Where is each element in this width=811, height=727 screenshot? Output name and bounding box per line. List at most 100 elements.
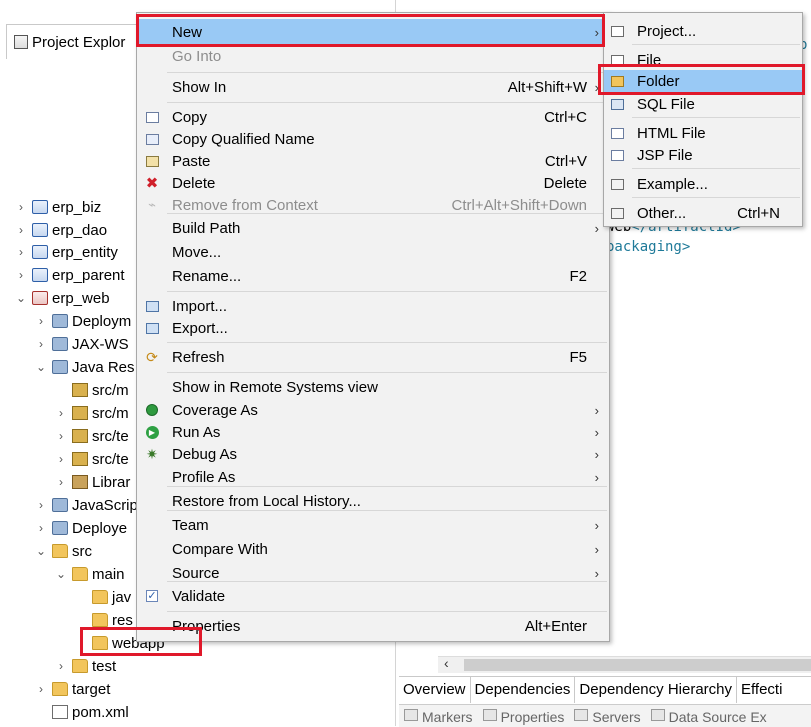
expand-arrow-icon[interactable]: › (14, 268, 28, 282)
collapse-arrow-icon[interactable]: ⌄ (34, 544, 48, 558)
deployment-descriptor-icon (52, 314, 68, 328)
tab-overview[interactable]: Overview (399, 677, 471, 703)
menu-separator (167, 581, 607, 582)
menu-item-show-in[interactable]: Show In Alt+Shift+W › (137, 76, 609, 98)
tree-item[interactable]: pom.xml (34, 701, 129, 723)
new-sql-file[interactable]: SQL File (604, 93, 802, 115)
submenu-arrow-icon: › (594, 25, 599, 40)
tree-item[interactable]: jav (74, 586, 131, 608)
menu-item-rename[interactable]: Rename... F2 (137, 265, 609, 287)
submenu-arrow-icon: › (594, 79, 599, 95)
expand-arrow-icon[interactable]: › (54, 475, 68, 489)
validate-check-icon: ✓ (146, 590, 158, 602)
tree-item[interactable]: › test (54, 655, 116, 677)
tab-markers[interactable]: Markers (399, 705, 478, 727)
tab-dependency-hierarchy[interactable]: Dependency Hierarchy (575, 677, 737, 703)
tree-item[interactable]: › Deploym (34, 310, 131, 332)
menu-item-delete[interactable]: ✖ Delete Delete (137, 172, 609, 194)
new-html-file[interactable]: HTML File (604, 122, 802, 144)
tree-item[interactable]: › erp_parent (14, 264, 125, 286)
new-jsp-file[interactable]: JSP File (604, 144, 802, 166)
tab-properties[interactable]: Properties (478, 705, 570, 727)
tree-item[interactable]: › erp_dao (14, 219, 107, 241)
expand-arrow-icon[interactable]: › (34, 337, 48, 351)
scrollbar-thumb[interactable] (464, 659, 811, 671)
menu-item-build-path[interactable]: Build Path › (137, 217, 609, 239)
menu-item-coverage-as[interactable]: Coverage As › (137, 399, 609, 421)
tree-item[interactable]: › src/m (54, 402, 129, 424)
expand-arrow-icon[interactable]: › (54, 659, 68, 673)
menu-item-label: Refresh (172, 348, 225, 366)
tree-item[interactable]: ⌄ src (34, 540, 92, 562)
maven-project-icon (32, 223, 48, 237)
menu-separator (167, 486, 607, 487)
bottom-views-tabs: Markers Properties Servers Data Source E… (399, 704, 811, 727)
tree-item[interactable]: › Deploye (34, 517, 127, 539)
expand-arrow-icon[interactable]: › (54, 452, 68, 466)
tree-item[interactable]: ⌄ Java Res (34, 356, 135, 378)
menu-item-shortcut: Ctrl+C (544, 108, 587, 126)
new-file[interactable]: File (604, 49, 802, 71)
example-icon (610, 177, 624, 191)
menu-item-copy-qualified-name[interactable]: Copy Qualified Name (137, 128, 609, 150)
expand-arrow-icon[interactable]: › (14, 200, 28, 214)
expand-arrow-icon[interactable]: › (34, 498, 48, 512)
expand-arrow-icon[interactable]: › (14, 223, 28, 237)
new-folder[interactable]: Folder (604, 70, 802, 92)
menu-item-shortcut: Alt+Shift+W (507, 78, 587, 96)
new-project[interactable]: Project... (604, 20, 802, 42)
expand-arrow-icon[interactable]: › (54, 406, 68, 420)
tree-item[interactable]: ⌄ main (54, 563, 125, 585)
menu-item-team[interactable]: Team › (137, 514, 609, 536)
scroll-left-arrow-icon[interactable]: ‹ (444, 655, 449, 671)
tab-data-source-explorer[interactable]: Data Source Ex (646, 705, 772, 727)
tree-item[interactable]: › Librar (54, 471, 130, 493)
menu-item-label: Rename... (172, 267, 242, 285)
expand-arrow-icon[interactable]: › (14, 245, 28, 259)
menu-item-new[interactable]: New › (137, 19, 609, 46)
tree-item[interactable]: › erp_entity (14, 241, 118, 263)
tab-effective-pom[interactable]: Effecti (737, 677, 786, 703)
menu-item-properties[interactable]: Properties Alt+Enter (137, 615, 609, 637)
tree-item[interactable]: › src/te (54, 425, 129, 447)
menu-item-profile-as[interactable]: Profile As › (137, 466, 609, 488)
menu-item-import[interactable]: Import... (137, 295, 609, 317)
menu-item-paste[interactable]: Paste Ctrl+V (137, 150, 609, 172)
tree-item-label: res (112, 611, 133, 629)
html-file-icon (610, 126, 624, 140)
expand-arrow-icon[interactable]: › (34, 314, 48, 328)
menu-item-export[interactable]: Export... (137, 317, 609, 339)
menu-item-refresh[interactable]: ⟳ Refresh F5 (137, 346, 609, 368)
menu-separator (167, 213, 607, 214)
menu-item-restore-from-local-history[interactable]: Restore from Local History... (137, 490, 609, 512)
menu-item-show-in-remote-systems-view[interactable]: Show in Remote Systems view (137, 376, 609, 398)
menu-item-copy[interactable]: Copy Ctrl+C (137, 106, 609, 128)
collapse-arrow-icon[interactable]: ⌄ (54, 567, 68, 581)
folder-icon (52, 544, 68, 558)
maven-project-icon (32, 245, 48, 259)
expand-arrow-icon[interactable]: › (34, 521, 48, 535)
expand-arrow-icon[interactable]: › (54, 429, 68, 443)
menu-item-run-as[interactable]: ▶ Run As › (137, 421, 609, 443)
tab-dependencies[interactable]: Dependencies (471, 677, 576, 703)
new-example[interactable]: Example... (604, 173, 802, 195)
collapse-arrow-icon[interactable]: ⌄ (34, 360, 48, 374)
submenu-arrow-icon: › (594, 220, 599, 236)
tree-item[interactable]: › JAX-WS (34, 333, 129, 355)
tree-item[interactable]: › JavaScrip (34, 494, 138, 516)
menu-item-validate[interactable]: ✓ Validate (137, 585, 609, 607)
tree-item[interactable]: › src/te (54, 448, 129, 470)
tree-item[interactable]: › erp_biz (14, 196, 101, 218)
tree-item[interactable]: › target (34, 678, 110, 700)
editor-horizontal-scrollbar[interactable]: ‹ (438, 655, 811, 673)
new-other[interactable]: Other... Ctrl+N (604, 202, 802, 224)
tab-servers[interactable]: Servers (569, 705, 645, 727)
tree-item[interactable]: src/m (54, 379, 129, 401)
tree-item[interactable]: ⌄ erp_web (14, 287, 110, 309)
menu-item-move[interactable]: Move... (137, 241, 609, 263)
expand-arrow-icon[interactable]: › (34, 682, 48, 696)
menu-item-debug-as[interactable]: ✷ Debug As › (137, 443, 609, 465)
tree-item[interactable]: res (74, 609, 133, 631)
collapse-arrow-icon[interactable]: ⌄ (14, 291, 28, 305)
menu-item-compare-with[interactable]: Compare With › (137, 538, 609, 560)
